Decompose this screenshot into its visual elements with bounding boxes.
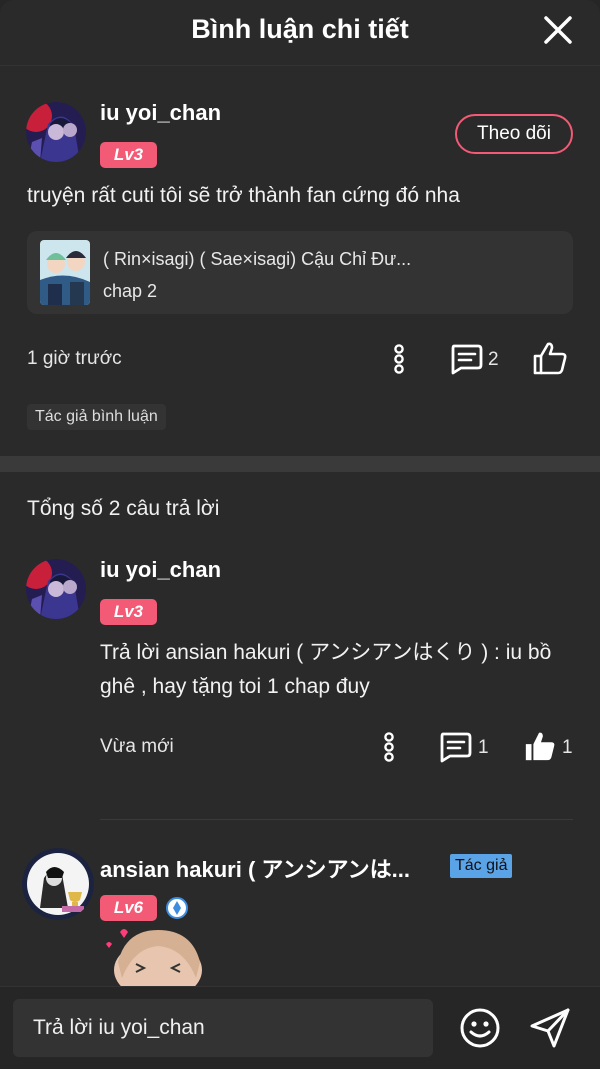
thumbs-up-icon	[533, 342, 567, 375]
reply-username[interactable]: ansian hakuri ( アンシアンは...	[100, 852, 410, 884]
reply-username[interactable]: iu yoi_chan	[100, 557, 221, 583]
close-icon	[544, 16, 572, 44]
comment-time: 1 giờ trước	[27, 348, 122, 369]
reply-count: 2	[488, 349, 499, 370]
level-badge: Lv3	[100, 599, 157, 625]
verified-icon	[166, 897, 188, 919]
comment-detail-sheet: Bình luận chi tiết iu yoi_chan Lv3 Theo …	[0, 0, 600, 1069]
send-button[interactable]	[528, 1006, 572, 1050]
reply-divider	[100, 819, 573, 820]
like-button[interactable]	[532, 340, 568, 376]
like-count: 1	[562, 737, 573, 758]
replies-count-heading: Tổng số 2 câu trả lời	[27, 497, 220, 520]
comment-icon	[440, 732, 472, 763]
reply-button[interactable]	[438, 731, 472, 763]
story-title: ( Rin×isagi) ( Sae×isagi) Cậu Chỉ Đư...	[103, 249, 412, 269]
comment-text: truyện rất cuti tôi sẽ trở thành fan cứn…	[27, 184, 460, 207]
more-options-button[interactable]	[378, 732, 400, 762]
header: Bình luận chi tiết	[0, 0, 600, 66]
reply-time: Vừa mới	[100, 736, 174, 757]
author-comment-tag: Tác giả bình luận	[27, 404, 166, 430]
emoji-button[interactable]	[458, 1006, 502, 1050]
follow-button[interactable]: Theo dõi	[455, 114, 573, 154]
username[interactable]: iu yoi_chan	[100, 100, 221, 126]
page-title: Bình luận chi tiết	[191, 14, 409, 44]
reply-button[interactable]	[449, 343, 483, 375]
thumbs-up-icon	[525, 732, 555, 761]
sticker-image	[100, 922, 210, 1000]
more-vert-icon	[384, 732, 394, 762]
reply-text: Trả lời ansian hakuri ( アンシアンはくり ) : iu …	[100, 641, 552, 698]
more-vert-icon	[394, 344, 404, 374]
level-badge: Lv3	[100, 142, 157, 168]
story-card[interactable]: ( Rin×isagi) ( Sae×isagi) Cậu Chỉ Đư... …	[27, 231, 573, 314]
avatar[interactable]	[26, 102, 86, 162]
more-options-button[interactable]	[388, 344, 410, 374]
comment-icon	[451, 344, 483, 375]
emoji-icon	[460, 1008, 500, 1048]
reply-input[interactable]	[13, 999, 433, 1057]
section-divider	[0, 456, 600, 472]
story-chapter: chap 2	[103, 281, 158, 301]
level-badge: Lv6	[100, 895, 157, 921]
avatar[interactable]	[22, 848, 94, 920]
send-icon	[530, 1008, 570, 1048]
avatar[interactable]	[26, 559, 86, 619]
like-button[interactable]	[523, 729, 557, 763]
reply-count: 1	[478, 737, 489, 758]
author-badge: Tác giả	[450, 854, 513, 878]
close-button[interactable]	[542, 14, 574, 46]
story-thumbnail	[40, 240, 90, 305]
